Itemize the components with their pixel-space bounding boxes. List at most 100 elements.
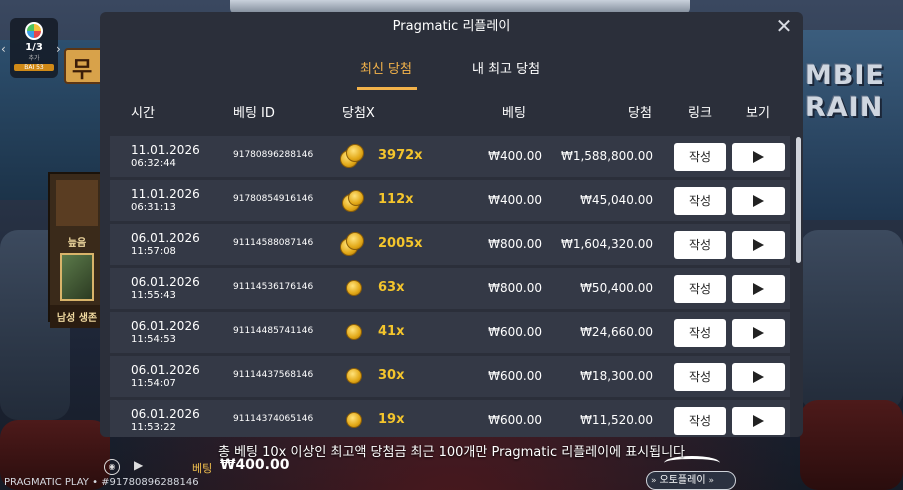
feature-panel: 늪음 남성 생존 <box>48 172 106 328</box>
view-replay-button[interactable] <box>732 275 785 303</box>
play-icon <box>753 283 764 295</box>
view-replay-button[interactable] <box>732 231 785 259</box>
table-row: 06.01.2026 11:57:08 91114588087146 2005x… <box>110 224 790 265</box>
coin-icon <box>348 190 364 206</box>
row-bet: ₩600.00 <box>488 413 542 427</box>
row-win: ₩45,040.00 <box>580 193 653 207</box>
coin-icon <box>346 368 362 384</box>
row-time: 11:55:43 <box>131 290 176 301</box>
footnote: 총 베팅 10x 이상인 최고액 당첨금 최근 100개만 Pragmatic … <box>218 445 685 460</box>
create-link-button[interactable]: 작성 <box>674 363 726 391</box>
scrollbar[interactable] <box>796 137 801 263</box>
header-view: 보기 <box>746 106 770 121</box>
play-icon[interactable]: ▶ <box>134 458 143 472</box>
view-replay-button[interactable] <box>732 187 785 215</box>
view-replay-button[interactable] <box>732 319 785 347</box>
row-multiplier: 63x <box>378 280 405 295</box>
row-win: ₩18,300.00 <box>580 369 653 383</box>
wins-table: 11.01.2026 06:32:44 91780896288146 3972x… <box>110 136 790 437</box>
table-row: 06.01.2026 11:55:43 91114536176146 63x ₩… <box>110 268 790 309</box>
header-link: 링크 <box>688 106 712 121</box>
table-row: 11.01.2026 06:32:44 91780896288146 3972x… <box>110 136 790 177</box>
table-row: 06.01.2026 11:53:22 91114374065146 19x ₩… <box>110 400 790 437</box>
fast-forward-icon: » <box>651 476 657 486</box>
zombie-hand-image <box>60 253 94 301</box>
row-date: 06.01.2026 <box>131 231 200 245</box>
create-link-button[interactable]: 작성 <box>674 143 726 171</box>
tab-my-best-wins[interactable]: 내 최고 당첨 <box>472 58 540 77</box>
row-bet-id: 91114437568146 <box>233 370 314 380</box>
play-icon <box>753 195 764 207</box>
spin-sub: 추가 <box>28 55 40 62</box>
row-date: 11.01.2026 <box>131 143 200 157</box>
row-date: 06.01.2026 <box>131 407 200 421</box>
create-link-button[interactable]: 작성 <box>674 231 726 259</box>
view-replay-button[interactable] <box>732 407 785 435</box>
row-multiplier: 3972x <box>378 148 423 163</box>
row-bet-id: 91780896288146 <box>233 150 314 160</box>
view-replay-button[interactable] <box>732 143 785 171</box>
train-seat-right <box>800 230 903 410</box>
row-multiplier: 112x <box>378 192 414 207</box>
game-logo-line2: RAIN <box>805 92 884 123</box>
row-time: 11:53:22 <box>131 422 176 433</box>
row-time: 06:31:13 <box>131 202 176 213</box>
play-icon <box>753 239 764 251</box>
header-multiplier: 당첨X <box>342 106 375 121</box>
row-date: 06.01.2026 <box>131 363 200 377</box>
table-header: 시간 베팅 ID 당첨X 베팅 당첨 링크 보기 <box>100 92 803 132</box>
free-spin-badge[interactable]: 1/3 추가 BAI 53 <box>10 18 58 78</box>
create-link-button[interactable]: 작성 <box>674 187 726 215</box>
row-multiplier: 30x <box>378 368 405 383</box>
header-bet: 베팅 <box>502 106 526 121</box>
row-win: ₩50,400.00 <box>580 281 653 295</box>
coin-icon <box>346 144 364 162</box>
wheel-icon <box>25 22 43 40</box>
row-bet-id: 91114588087146 <box>233 238 314 248</box>
row-win: ₩24,660.00 <box>580 325 653 339</box>
tab-latest-wins[interactable]: 최신 당첨 <box>360 58 412 77</box>
view-replay-button[interactable] <box>732 363 785 391</box>
header-bet-id: 베팅 ID <box>233 106 275 121</box>
play-icon <box>753 415 764 427</box>
game-logo: MBIE RAIN <box>805 60 903 130</box>
spin-count: 1/3 <box>25 42 43 53</box>
header-win: 당첨 <box>628 106 652 121</box>
row-bet: ₩800.00 <box>488 237 542 251</box>
coin-icon <box>346 280 362 296</box>
row-time: 11:57:08 <box>131 246 176 257</box>
table-row: 06.01.2026 11:54:53 91114485741146 41x ₩… <box>110 312 790 353</box>
chevron-right-icon[interactable]: › <box>56 42 61 56</box>
create-link-button[interactable]: 작성 <box>674 407 726 435</box>
create-link-button[interactable]: 작성 <box>674 319 726 347</box>
row-bet: ₩600.00 <box>488 325 542 339</box>
modal-title: Pragmatic 리플레이 <box>392 19 511 34</box>
bet-label: 베팅 <box>192 462 213 475</box>
table-row: 11.01.2026 06:31:13 91780854916146 112x … <box>110 180 790 221</box>
coin-icon <box>346 412 362 428</box>
fast-forward-icon: » <box>708 476 715 486</box>
row-date: 06.01.2026 <box>131 275 200 289</box>
row-bet: ₩600.00 <box>488 369 542 383</box>
modal-header: Pragmatic 리플레이 ✕ <box>100 12 803 44</box>
autoplay-button[interactable]: » 오토플레이» <box>646 471 736 490</box>
row-bet: ₩400.00 <box>488 149 542 163</box>
row-bet-id: 91114536176146 <box>233 282 314 292</box>
row-win: ₩11,520.00 <box>580 413 653 427</box>
row-win: ₩1,604,320.00 <box>560 237 653 251</box>
feature-label-top: 늪음 <box>67 238 87 249</box>
play-icon <box>753 327 764 339</box>
left-sign: 무 <box>64 48 104 84</box>
play-icon <box>753 371 764 383</box>
row-bet: ₩400.00 <box>488 193 542 207</box>
chevron-left-icon[interactable]: ‹ <box>1 42 6 56</box>
footer-brand: PRAGMATIC PLAY • #91780896288146 <box>4 477 199 488</box>
sound-icon[interactable]: ◉ <box>104 459 120 475</box>
close-icon[interactable]: ✕ <box>773 15 795 37</box>
row-time: 06:32:44 <box>131 158 176 169</box>
row-bet: ₩800.00 <box>488 281 542 295</box>
create-link-button[interactable]: 작성 <box>674 275 726 303</box>
table-row: 06.01.2026 11:54:07 91114437568146 30x ₩… <box>110 356 790 397</box>
game-logo-line1: MBIE <box>805 60 885 91</box>
row-bet-id: 91780854916146 <box>233 194 314 204</box>
